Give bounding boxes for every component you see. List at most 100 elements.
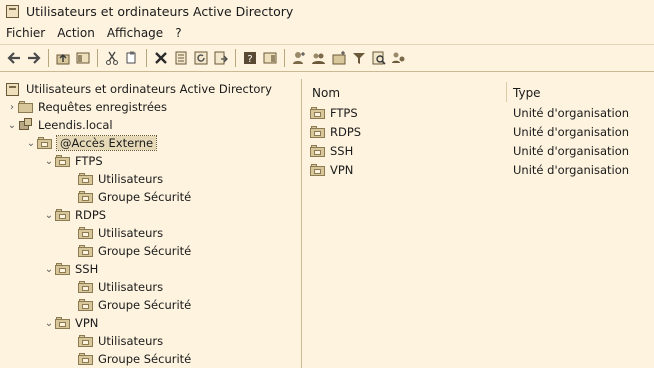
chevron-down-icon[interactable]: ⌄ bbox=[43, 260, 55, 278]
menu-fichier[interactable]: Fichier bbox=[0, 26, 51, 40]
ou-folder-icon bbox=[310, 164, 325, 176]
tree-item-domain[interactable]: ⌄ Leendis.local bbox=[6, 116, 113, 134]
list-item[interactable]: FTPS Unité d'organisation bbox=[304, 104, 654, 122]
list-item-type: Unité d'organisation bbox=[513, 125, 630, 139]
show-hide-console-tree-icon[interactable] bbox=[74, 49, 92, 67]
menu-affichage[interactable]: Affichage bbox=[101, 26, 169, 40]
toolbar-separator bbox=[48, 49, 49, 67]
list-item-type: Unité d'organisation bbox=[513, 106, 630, 120]
back-arrow-icon[interactable] bbox=[5, 49, 23, 67]
tree-item-label: Groupe Sécurité bbox=[98, 190, 192, 204]
ou-folder-icon bbox=[78, 245, 93, 257]
ou-folder-icon bbox=[78, 227, 93, 239]
tree-item-ftps-groupe-securite[interactable]: Groupe Sécurité bbox=[78, 188, 191, 206]
refresh-icon[interactable] bbox=[192, 49, 210, 67]
ou-folder-icon bbox=[55, 263, 70, 275]
tree-item-label: VPN bbox=[75, 316, 99, 330]
tree-item-vpn-groupe-securite[interactable]: Groupe Sécurité bbox=[78, 350, 191, 368]
ou-folder-icon bbox=[78, 299, 93, 311]
tree-item-ssh-utilisateurs[interactable]: Utilisateurs bbox=[78, 278, 163, 296]
tree-item-ou-acces-externe[interactable]: ⌄ @Accès Externe bbox=[25, 134, 158, 152]
find-icon[interactable] bbox=[370, 49, 388, 67]
list-item-name: FTPS bbox=[330, 106, 358, 120]
menu-action[interactable]: Action bbox=[51, 26, 101, 40]
tree-item-label: Groupe Sécurité bbox=[98, 244, 192, 258]
tree-item-ou-ssh[interactable]: ⌄ SSH bbox=[43, 260, 98, 278]
domain-icon bbox=[18, 118, 33, 132]
chevron-down-icon[interactable]: ⌄ bbox=[43, 152, 55, 170]
folder-icon bbox=[18, 101, 33, 113]
tree-item-saved-queries[interactable]: › Requêtes enregistrées bbox=[6, 98, 167, 116]
svg-text:?: ? bbox=[247, 54, 252, 65]
tree-item-rdps-groupe-securite[interactable]: Groupe Sécurité bbox=[78, 242, 191, 260]
copy-icon[interactable] bbox=[123, 49, 141, 67]
up-folder-icon[interactable] bbox=[54, 49, 72, 67]
toolbar-separator bbox=[235, 49, 236, 67]
new-ou-icon[interactable] bbox=[330, 49, 348, 67]
tree-item-label: Utilisateurs bbox=[98, 172, 164, 186]
tree-item-rdps-utilisateurs[interactable]: Utilisateurs bbox=[78, 224, 163, 242]
list-item-type: Unité d'organisation bbox=[513, 144, 630, 158]
tree-item-label: FTPS bbox=[75, 154, 103, 168]
console-tree[interactable]: Utilisateurs et ordinateurs Active Direc… bbox=[0, 79, 302, 368]
menu-help[interactable]: ? bbox=[169, 26, 187, 40]
export-list-icon[interactable] bbox=[212, 49, 230, 67]
list-item-name: SSH bbox=[330, 144, 354, 158]
console-root-icon bbox=[6, 82, 19, 96]
tree-root[interactable]: Utilisateurs et ordinateurs Active Direc… bbox=[6, 80, 272, 98]
chevron-down-icon[interactable]: ⌄ bbox=[25, 134, 37, 152]
ou-folder-icon bbox=[310, 145, 325, 157]
ou-folder-icon bbox=[310, 126, 325, 138]
tree-item-ou-rdps[interactable]: ⌄ RDPS bbox=[43, 206, 106, 224]
window-title: Utilisateurs et ordinateurs Active Direc… bbox=[26, 3, 294, 19]
list-item-name: VPN bbox=[330, 163, 354, 177]
tree-item-label: Groupe Sécurité bbox=[98, 298, 192, 312]
help-icon[interactable]: ? bbox=[241, 49, 259, 67]
ou-folder-icon bbox=[37, 137, 52, 149]
tree-item-label: Groupe Sécurité bbox=[98, 352, 192, 366]
tree-item-ou-vpn[interactable]: ⌄ VPN bbox=[43, 314, 99, 332]
chevron-right-icon[interactable]: › bbox=[6, 98, 18, 116]
tree-item-ou-ftps[interactable]: ⌄ FTPS bbox=[43, 152, 103, 170]
delete-icon[interactable] bbox=[152, 49, 170, 67]
list-item[interactable]: SSH Unité d'organisation bbox=[304, 142, 654, 160]
list-item[interactable]: VPN Unité d'organisation bbox=[304, 161, 654, 179]
column-header-type[interactable]: Type bbox=[513, 82, 541, 104]
tree-item-vpn-utilisateurs[interactable]: Utilisateurs bbox=[78, 332, 163, 350]
column-divider[interactable] bbox=[506, 82, 507, 102]
tree-item-label: @Accès Externe bbox=[55, 135, 158, 151]
chevron-down-icon[interactable]: ⌄ bbox=[6, 116, 18, 134]
tree-root-label: Utilisateurs et ordinateurs Active Direc… bbox=[26, 82, 272, 96]
ou-folder-icon bbox=[78, 335, 93, 347]
ou-folder-icon bbox=[55, 209, 70, 221]
toolbar-separator bbox=[146, 49, 147, 67]
filter-icon[interactable] bbox=[350, 49, 368, 67]
tree-item-label: Requêtes enregistrées bbox=[38, 100, 167, 114]
chevron-down-icon[interactable]: ⌄ bbox=[43, 314, 55, 332]
cut-icon[interactable] bbox=[103, 49, 121, 67]
tree-item-ssh-groupe-securite[interactable]: Groupe Sécurité bbox=[78, 296, 191, 314]
chevron-down-icon[interactable]: ⌄ bbox=[43, 206, 55, 224]
column-header-nom[interactable]: Nom bbox=[312, 82, 340, 104]
list-item-type: Unité d'organisation bbox=[513, 163, 630, 177]
toolbar-separator bbox=[97, 49, 98, 67]
tree-item-label: SSH bbox=[75, 262, 99, 276]
new-user-icon[interactable] bbox=[290, 49, 308, 67]
add-to-group-icon[interactable] bbox=[390, 49, 408, 67]
toolbar-separator bbox=[284, 49, 285, 67]
properties-icon[interactable] bbox=[172, 49, 190, 67]
list-item-name: RDPS bbox=[330, 125, 362, 139]
new-group-icon[interactable] bbox=[310, 49, 328, 67]
ou-folder-icon bbox=[55, 317, 70, 329]
tree-item-label: Utilisateurs bbox=[98, 280, 164, 294]
tree-item-ftps-utilisateurs[interactable]: Utilisateurs bbox=[78, 170, 163, 188]
forward-arrow-icon[interactable] bbox=[25, 49, 43, 67]
show-hide-action-pane-icon[interactable] bbox=[261, 49, 279, 67]
list-item[interactable]: RDPS Unité d'organisation bbox=[304, 123, 654, 141]
ou-folder-icon bbox=[78, 191, 93, 203]
tree-item-label: Leendis.local bbox=[38, 118, 113, 132]
details-list[interactable]: Nom Type FTPS Unité d'organisation RDPS … bbox=[304, 79, 654, 368]
ou-folder-icon bbox=[310, 107, 325, 119]
ou-folder-icon bbox=[78, 353, 93, 365]
title-bar: Utilisateurs et ordinateurs Active Direc… bbox=[0, 0, 654, 22]
